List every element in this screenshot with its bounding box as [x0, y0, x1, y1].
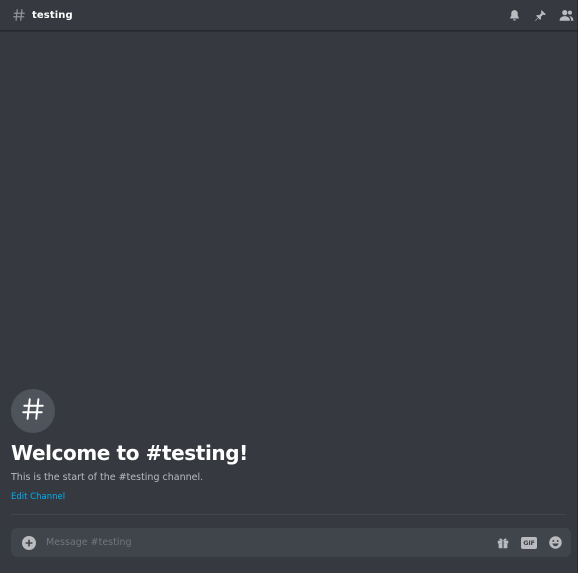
pin-icon[interactable]	[532, 7, 548, 23]
message-composer: GIF	[11, 528, 571, 557]
gif-label: GIF	[521, 536, 537, 549]
message-input[interactable]	[46, 537, 485, 548]
header-toolbar	[496, 7, 574, 23]
chat-window: testing Welcome to #testing! This is the…	[0, 0, 578, 573]
hash-icon	[20, 396, 46, 426]
composer-actions: GIF	[485, 535, 563, 551]
gift-icon[interactable]	[495, 535, 511, 551]
channel-header: testing	[0, 0, 578, 31]
emoji-icon[interactable]	[547, 535, 563, 551]
welcome-description: This is the start of the #testing channe…	[11, 472, 204, 483]
bell-icon[interactable]	[506, 7, 522, 23]
add-circle-icon[interactable]	[22, 535, 36, 550]
welcome-title: Welcome to #testing!	[11, 441, 248, 465]
channel-avatar	[11, 389, 55, 433]
edit-channel-link[interactable]: Edit Channel	[11, 492, 65, 502]
gif-icon[interactable]: GIF	[521, 535, 537, 551]
members-icon[interactable]	[558, 7, 574, 23]
channel-title: testing	[32, 9, 73, 21]
hash-icon	[11, 7, 27, 23]
welcome-section: Welcome to #testing! This is the start o…	[11, 389, 566, 503]
divider	[11, 514, 566, 515]
